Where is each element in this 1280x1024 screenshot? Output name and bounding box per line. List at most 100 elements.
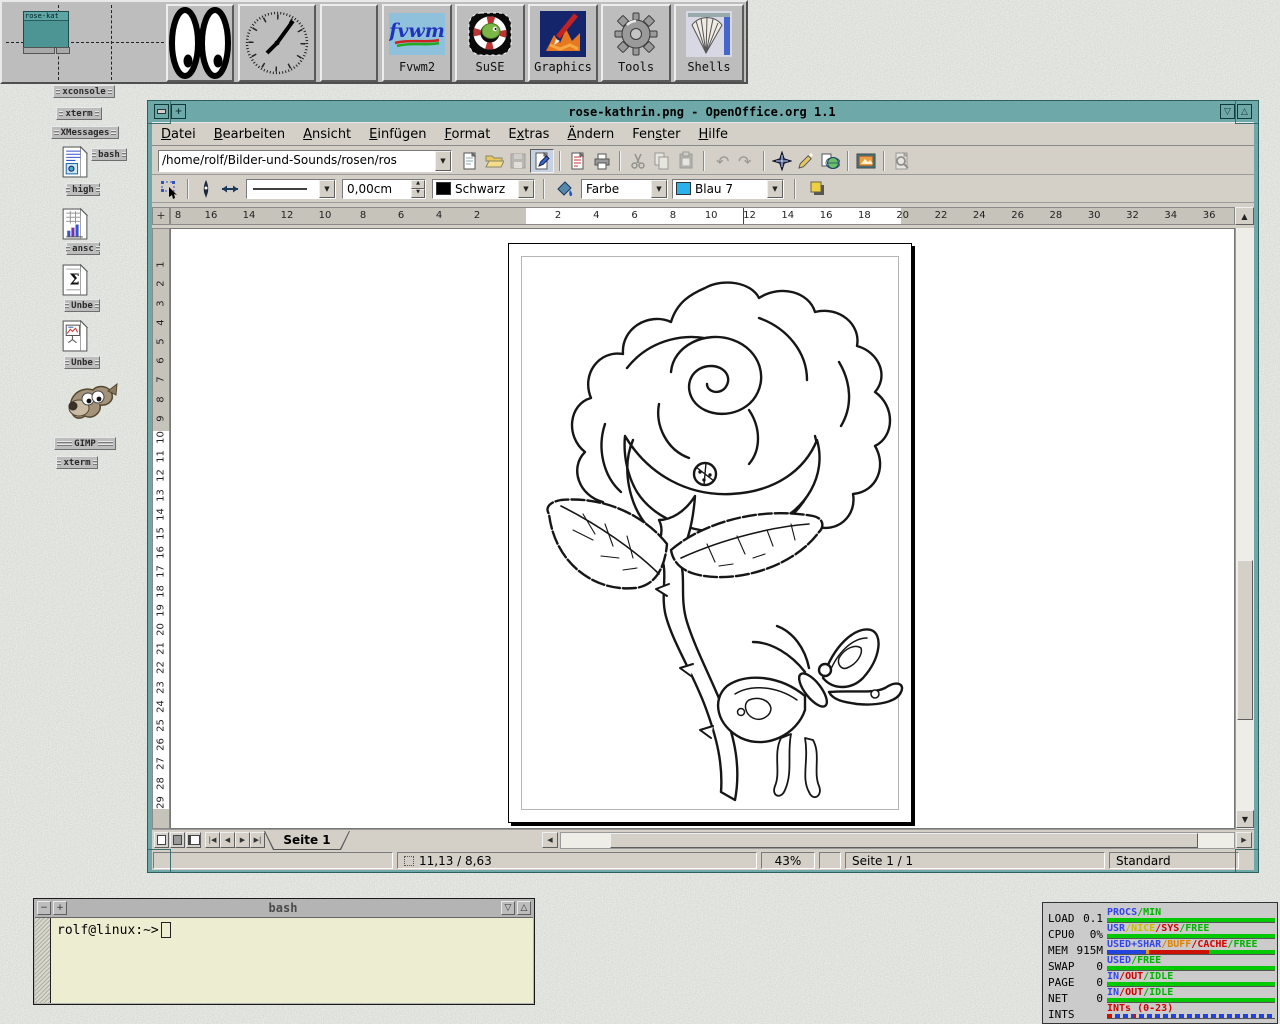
fill-type-dropdown-icon[interactable]: ▼ xyxy=(651,180,667,198)
pager-mini-window[interactable] xyxy=(56,47,70,54)
page-tab-label[interactable]: Seite 1 xyxy=(265,831,349,849)
drawing-page[interactable] xyxy=(508,243,912,823)
menu-bearbeiten[interactable]: Bearbeiten xyxy=(205,125,294,144)
shadow-toggle-icon[interactable] xyxy=(806,177,830,201)
scroll-left-icon[interactable]: ◀ xyxy=(542,832,558,848)
vertical-scrollbar[interactable]: ▼ xyxy=(1235,228,1254,829)
new-document-icon[interactable] xyxy=(458,149,482,173)
desktop-icon-unbe[interactable]: Unbe xyxy=(64,299,100,312)
line-color-combobox[interactable]: Schwarz ▼ xyxy=(432,179,535,199)
menu-hilfe[interactable]: Hilfe xyxy=(689,125,737,144)
openoffice-titlebar[interactable]: + rose-kathrin.png - OpenOffice.org 1.1 … xyxy=(152,103,1254,120)
ruler-origin-button[interactable]: + xyxy=(152,207,170,225)
previous-page-icon[interactable]: ◀ xyxy=(220,832,235,848)
zoom-icon[interactable] xyxy=(890,149,914,173)
navigator-icon[interactable] xyxy=(770,149,794,173)
select-tool-icon[interactable] xyxy=(158,177,182,201)
terminal-iconify-button[interactable]: − xyxy=(37,901,51,915)
redo-icon[interactable]: ↷ xyxy=(734,149,758,173)
terminal-titlebar[interactable]: − + bash ▽ △ xyxy=(35,900,533,916)
desktop-icon-bash[interactable]: bash xyxy=(91,148,127,161)
launcher-tools[interactable]: Tools xyxy=(601,4,671,82)
desktop-icon-high[interactable]: high xyxy=(66,183,100,196)
terminal-scrollbar[interactable] xyxy=(35,918,51,1003)
open-document-icon[interactable] xyxy=(482,149,506,173)
launcher-graphics[interactable]: Graphics xyxy=(528,4,598,82)
drawing-canvas[interactable] xyxy=(170,228,1235,829)
window-corner-handle[interactable] xyxy=(148,849,171,872)
vertical-ruler[interactable]: 1234567891011121314151617181920212223242… xyxy=(152,228,170,829)
status-style-field[interactable]: Standard xyxy=(1109,852,1239,869)
status-position-field[interactable]: 11,13 / 8,63 xyxy=(397,852,757,869)
window-corner-handle[interactable] xyxy=(1235,101,1258,124)
scroll-right-icon[interactable]: ▶ xyxy=(1236,832,1252,848)
fill-style-icon[interactable] xyxy=(553,177,577,201)
line-style-combobox[interactable]: ▼ xyxy=(246,179,336,199)
edit-file-icon[interactable] xyxy=(530,149,554,173)
desktop-icon-xmessages[interactable]: XMessages xyxy=(51,126,119,139)
pager-mini-window-active[interactable]: rose-kat xyxy=(23,11,69,48)
impress-document-icon[interactable] xyxy=(62,320,88,352)
url-dropdown-icon[interactable]: ▼ xyxy=(435,151,451,171)
status-zoom-field[interactable]: 43% xyxy=(761,852,815,869)
xeyes-applet[interactable] xyxy=(166,4,234,82)
last-page-icon[interactable]: ▶| xyxy=(250,832,265,848)
line-width-spinner[interactable]: ▲▼ xyxy=(411,180,425,198)
fill-color-dropdown-icon[interactable]: ▼ xyxy=(767,180,783,198)
launcher-fvwm2[interactable]: fvwmFvwm2 xyxy=(382,4,452,82)
desktop-pager[interactable]: rose-kat xyxy=(6,5,164,80)
first-page-icon[interactable]: |◀ xyxy=(205,832,220,848)
vertical-scrollbar-thumb[interactable] xyxy=(1237,560,1253,720)
launcher-suse[interactable]: SuSE xyxy=(455,4,525,82)
xclock-applet[interactable] xyxy=(238,4,316,82)
next-page-icon[interactable]: ▶ xyxy=(235,832,250,848)
url-field[interactable]: /home/rolf/Bilder-und-Sounds/rosen/ros xyxy=(159,151,435,171)
line-width-value[interactable]: 0,00cm xyxy=(343,182,411,196)
edit-points-icon[interactable] xyxy=(794,149,818,173)
scroll-down-icon[interactable]: ▼ xyxy=(1236,810,1254,828)
export-pdf-icon[interactable] xyxy=(566,149,590,173)
menu-format[interactable]: Format xyxy=(436,125,500,144)
desktop-icon-ansc[interactable]: ansc xyxy=(66,242,100,255)
line-style-icon[interactable] xyxy=(194,177,218,201)
copy-icon[interactable] xyxy=(650,149,674,173)
terminal-shade-button[interactable]: ▽ xyxy=(501,901,515,915)
gallery-icon[interactable] xyxy=(854,149,878,173)
desktop-icon-gimp[interactable]: GIMP xyxy=(54,437,116,450)
pager-mini-window[interactable] xyxy=(23,47,55,54)
menu-ändern[interactable]: Ändern xyxy=(558,125,623,144)
menu-einfügen[interactable]: Einfügen xyxy=(360,125,435,144)
desktop-icon-xconsole[interactable]: xconsole xyxy=(53,85,115,98)
scroll-up-icon[interactable]: ▲ xyxy=(1235,207,1254,225)
url-combobox[interactable]: /home/rolf/Bilder-und-Sounds/rosen/ros ▼ xyxy=(158,150,452,172)
launcher-shells[interactable]: Shells xyxy=(674,4,744,82)
window-shade-button[interactable]: ▽ xyxy=(1220,104,1235,119)
fill-type-value[interactable]: Farbe xyxy=(582,182,651,196)
window-corner-handle[interactable] xyxy=(148,101,171,124)
view-mode-drawing-button[interactable] xyxy=(154,832,169,848)
desktop-icon-xterm[interactable]: xterm xyxy=(56,456,98,469)
math-document-icon[interactable]: Σ xyxy=(62,264,88,296)
save-document-icon[interactable] xyxy=(506,149,530,173)
menu-ansicht[interactable]: Ansicht xyxy=(294,125,360,144)
fill-type-combobox[interactable]: Farbe ▼ xyxy=(581,179,668,199)
view-mode-background-button[interactable] xyxy=(170,832,185,848)
menu-extras[interactable]: Extras xyxy=(499,125,558,144)
writer-document-icon[interactable] xyxy=(62,146,88,178)
terminal-sticky-button[interactable]: + xyxy=(53,901,67,915)
page-tab[interactable]: Seite 1 xyxy=(264,831,350,850)
horizontal-scrollbar-thumb[interactable] xyxy=(610,833,1198,848)
view-mode-layer-button[interactable] xyxy=(186,832,201,848)
desktop-icon-unbe[interactable]: Unbe xyxy=(64,356,100,369)
horizontal-scrollbar[interactable] xyxy=(560,832,1235,849)
status-page-field[interactable]: Seite 1 / 1 xyxy=(845,852,1105,869)
hyperlink-icon[interactable] xyxy=(818,149,842,173)
undo-icon[interactable]: ↶ xyxy=(710,149,734,173)
calc-document-icon[interactable] xyxy=(62,208,88,240)
menu-datei[interactable]: Datei xyxy=(152,125,205,144)
cut-icon[interactable] xyxy=(626,149,650,173)
terminal-content[interactable]: rolf@linux:~> xyxy=(35,917,533,1003)
horizontal-ruler[interactable]: 8161412108642246810121416182022242628303… xyxy=(170,207,1235,225)
paste-icon[interactable] xyxy=(674,149,698,173)
menu-fenster[interactable]: Fenster xyxy=(623,125,689,144)
